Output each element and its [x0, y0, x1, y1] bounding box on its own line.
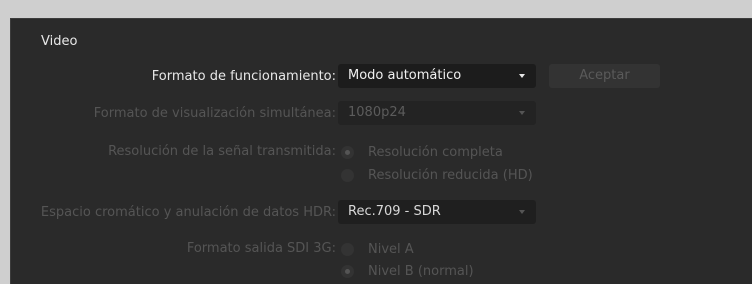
operating-format-value: Modo automático	[348, 68, 462, 83]
radio-label: Resolución reducida (HD)	[368, 167, 533, 183]
video-settings-panel: Video Formato de funcionamiento: Modo au…	[10, 18, 752, 284]
section-title: Video	[41, 34, 78, 49]
radio-label: Resolución completa	[368, 144, 503, 160]
radio-label: Nivel A	[368, 241, 414, 257]
radio-button-selected[interactable]	[341, 264, 354, 278]
radio-reduced-resolution[interactable]: Resolución reducida (HD)	[341, 166, 533, 184]
radio-full-resolution[interactable]: Resolución completa	[341, 143, 503, 161]
chevron-down-icon	[519, 210, 525, 214]
simultaneous-format-label: Formato de visualización simultánea:	[93, 106, 336, 121]
radio-button-selected[interactable]	[341, 145, 354, 159]
operating-format-label: Formato de funcionamiento:	[151, 69, 336, 84]
simultaneous-format-dropdown[interactable]: 1080p24	[338, 101, 536, 125]
accept-button[interactable]: Aceptar	[549, 64, 660, 88]
sdi-output-label: Formato salida SDI 3G:	[186, 241, 336, 256]
radio-level-b[interactable]: Nivel B (normal)	[341, 262, 474, 280]
operating-format-dropdown[interactable]: Modo automático	[338, 64, 536, 88]
hdr-color-space-value: Rec.709 - SDR	[348, 204, 441, 219]
hdr-color-space-dropdown[interactable]: Rec.709 - SDR	[338, 200, 536, 224]
chevron-down-icon	[519, 74, 525, 78]
radio-button[interactable]	[341, 242, 354, 256]
signal-resolution-label: Resolución de la señal transmitida:	[108, 144, 336, 159]
radio-button[interactable]	[341, 168, 354, 182]
radio-level-a[interactable]: Nivel A	[341, 240, 414, 258]
radio-label: Nivel B (normal)	[368, 263, 474, 279]
hdr-color-space-label: Espacio cromático y anulación de datos H…	[40, 205, 336, 220]
simultaneous-format-value: 1080p24	[348, 105, 406, 120]
chevron-down-icon	[519, 111, 525, 115]
